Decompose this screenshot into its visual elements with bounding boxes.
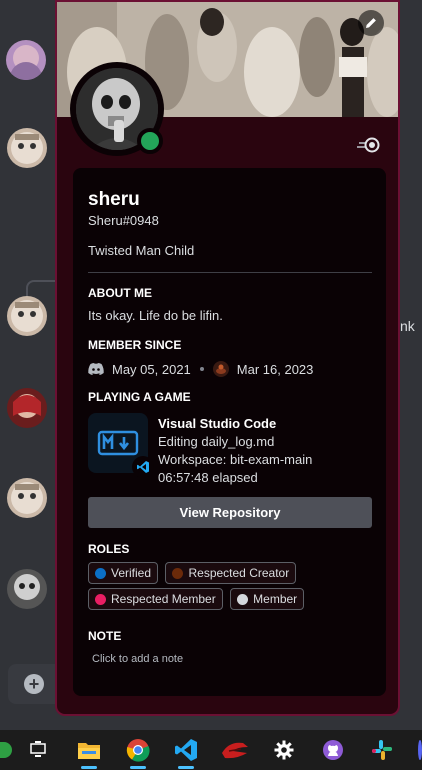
about-me-text: Its okay. Life do be lifin. xyxy=(88,308,223,323)
role-name: Respected Creator xyxy=(188,566,290,580)
member-avatar[interactable] xyxy=(7,388,47,428)
role-color-dot xyxy=(237,593,249,605)
member-avatar[interactable] xyxy=(7,128,47,168)
chrome-icon[interactable] xyxy=(118,730,158,770)
roles-list: Verified Respected Creator Respected Mem… xyxy=(88,562,378,614)
add-attachment-icon[interactable]: + xyxy=(24,674,44,694)
role-pill-verified[interactable]: Verified xyxy=(88,562,159,584)
activity-heading: Playing a Game xyxy=(88,390,191,404)
pencil-icon xyxy=(366,18,376,28)
member-avatar[interactable] xyxy=(7,569,47,609)
user-profile-popout: sheru Sheru#0948 Twisted Man Child About… xyxy=(55,0,400,716)
settings-gear-icon[interactable] xyxy=(264,730,304,770)
activity-app-name: Visual Studio Code xyxy=(158,416,277,431)
online-status-indicator xyxy=(137,128,163,154)
nitro-badge-icon[interactable] xyxy=(357,136,381,154)
server-icon xyxy=(212,361,229,377)
divider xyxy=(88,272,372,273)
member-avatar[interactable] xyxy=(7,478,47,518)
discord-member-since: May 05, 2021 xyxy=(112,361,191,377)
role-color-dot xyxy=(95,593,106,605)
server-member-since: Mar 16, 2023 xyxy=(236,361,314,377)
role-pill-member[interactable]: Member xyxy=(230,588,305,610)
vscode-icon[interactable] xyxy=(166,730,206,770)
member-avatar[interactable] xyxy=(7,296,47,336)
role-color-dot xyxy=(172,567,184,579)
chat-background xyxy=(0,0,54,730)
view-repository-button[interactable]: View Repository xyxy=(88,497,372,528)
roles-heading: Roles xyxy=(88,542,130,556)
user-tag[interactable]: Sheru#0948 xyxy=(88,213,159,228)
taskbar-edge xyxy=(0,730,12,770)
profile-body: sheru Sheru#0948 Twisted Man Child About… xyxy=(73,168,386,696)
active-indicator xyxy=(130,766,146,769)
activity-elapsed: 06:57:48 elapsed xyxy=(158,470,258,485)
overflow-icon[interactable] xyxy=(410,730,422,770)
about-me-heading: About me xyxy=(88,286,152,300)
custom-status: Twisted Man Child xyxy=(88,243,195,258)
windows-taskbar xyxy=(0,730,422,770)
role-name: Respected Member xyxy=(111,592,216,606)
role-pill-respected-creator[interactable]: Respected Creator xyxy=(165,562,297,584)
github-icon[interactable] xyxy=(313,730,353,770)
member-since-row: May 05, 2021 Mar 16, 2023 xyxy=(88,361,313,377)
discord-logo-icon xyxy=(88,363,104,375)
activity-details: Editing daily_log.md xyxy=(158,434,275,449)
slack-icon[interactable] xyxy=(362,730,402,770)
task-view-icon[interactable] xyxy=(18,730,58,770)
vscode-small-icon xyxy=(132,456,154,478)
note-input[interactable]: Click to add a note xyxy=(92,653,183,665)
display-name: sheru xyxy=(88,189,140,210)
activity-state: Workspace: bit-exam-main xyxy=(158,452,313,467)
file-explorer-icon[interactable] xyxy=(69,730,109,770)
note-heading: Note xyxy=(88,629,122,643)
active-indicator xyxy=(81,766,97,769)
member-since-heading: Member Since xyxy=(88,338,182,352)
role-name: Verified xyxy=(111,566,152,580)
red-app-icon[interactable] xyxy=(215,730,255,770)
chat-message-fragment: nk xyxy=(400,318,415,334)
role-color-dot xyxy=(95,567,106,579)
member-avatar[interactable] xyxy=(6,40,46,80)
edit-profile-button[interactable] xyxy=(358,10,384,36)
role-name: Member xyxy=(253,592,298,606)
role-pill-respected-member[interactable]: Respected Member xyxy=(88,588,223,610)
separator-dot xyxy=(199,367,204,371)
active-indicator xyxy=(178,766,194,769)
